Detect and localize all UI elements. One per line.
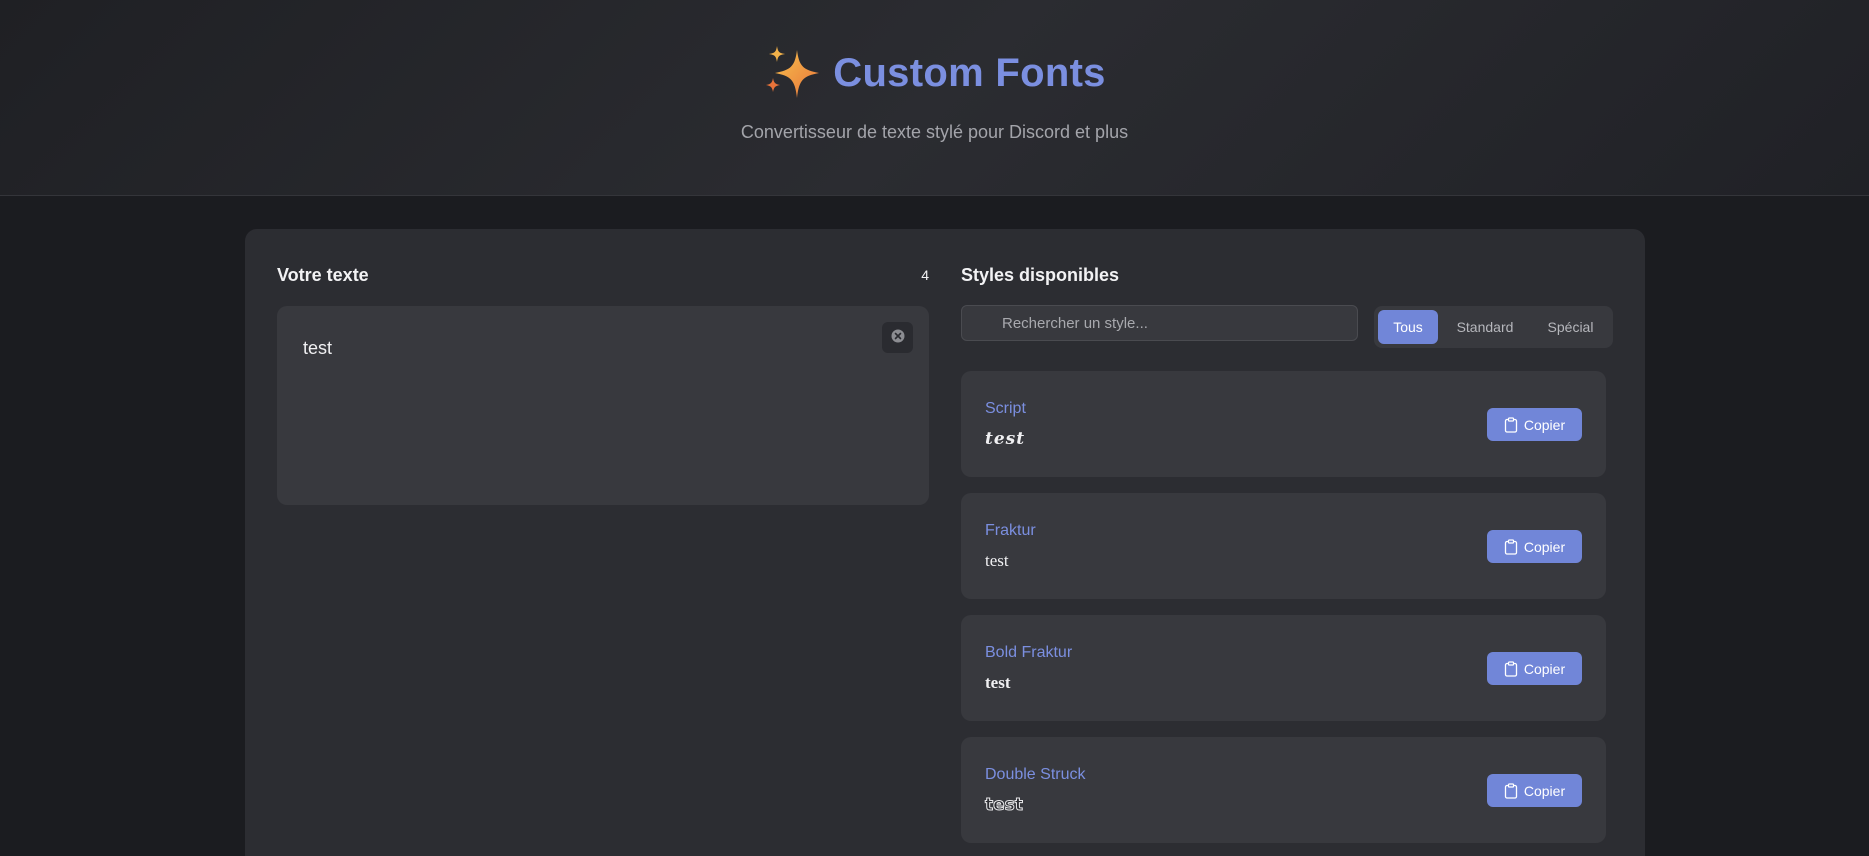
title-row: Custom Fonts: [0, 44, 1869, 102]
style-card-script: Script test Copier: [961, 371, 1606, 477]
char-count: 4: [921, 267, 929, 283]
style-name: Bold Fraktur: [985, 644, 1073, 661]
app-title: Custom Fonts: [833, 50, 1106, 95]
filter-tabs: Tous Standard Spécial: [1374, 306, 1613, 348]
converter-card: Votre texte 4 test Styles disponibles Re…: [245, 229, 1645, 856]
tab-standard[interactable]: Standard: [1442, 310, 1528, 344]
copy-label: Copier: [1523, 416, 1566, 433]
clipboard-icon: [1504, 538, 1518, 555]
style-card-fraktur: Fraktur test Copier: [961, 493, 1606, 599]
input-panel: Votre texte 4 test: [277, 265, 929, 505]
text-input-value: test: [303, 338, 333, 358]
clear-icon: [891, 327, 905, 348]
copy-button[interactable]: Copier: [1487, 774, 1582, 807]
style-preview: test: [985, 429, 1026, 449]
style-preview: test: [985, 673, 1011, 692]
copy-button[interactable]: Copier: [1487, 652, 1582, 685]
style-preview: test: [985, 795, 1024, 816]
style-list: Script test Copier Fraktur test Copier B…: [961, 371, 1606, 856]
copy-label: Copier: [1523, 782, 1566, 799]
clipboard-icon: [1504, 782, 1518, 799]
style-name: Script: [985, 400, 1026, 417]
copy-button[interactable]: Copier: [1487, 530, 1582, 563]
styles-heading: Styles disponibles: [961, 265, 1120, 285]
style-name: Double Struck: [985, 766, 1086, 783]
input-heading: Votre texte: [277, 265, 369, 285]
sparkle-icon: [763, 44, 821, 102]
style-card-bold-fraktur: Bold Fraktur test Copier: [961, 615, 1606, 721]
clipboard-icon: [1504, 416, 1518, 433]
copy-label: Copier: [1523, 660, 1566, 677]
copy-label: Copier: [1523, 538, 1566, 555]
clear-button[interactable]: [882, 322, 913, 353]
styles-panel: Styles disponibles Tous Standard Spécial…: [961, 265, 1613, 843]
text-input[interactable]: test: [277, 306, 929, 505]
search-input[interactable]: [961, 305, 1358, 341]
style-preview: test: [985, 551, 1009, 570]
style-card-double-struck: Double Struck test Copier: [961, 737, 1606, 843]
copy-button[interactable]: Copier: [1487, 408, 1582, 441]
page-header: Custom Fonts Convertisseur de texte styl…: [0, 0, 1869, 196]
clipboard-icon: [1504, 660, 1518, 677]
style-name: Fraktur: [985, 522, 1036, 539]
tab-tous[interactable]: Tous: [1378, 310, 1438, 344]
app-subtitle: Convertisseur de texte stylé pour Discor…: [740, 122, 1129, 142]
tab-special[interactable]: Spécial: [1532, 310, 1609, 344]
